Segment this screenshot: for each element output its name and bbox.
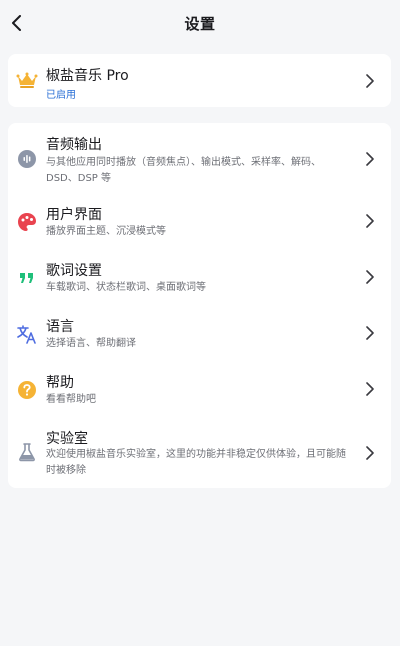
chevron-right-icon bbox=[366, 270, 374, 284]
audio-wave-icon bbox=[16, 148, 38, 170]
top-bar: 设置 bbox=[0, 0, 400, 46]
settings-item-lab[interactable]: 实验室 欢迎使用椒盐音乐实验室，这里的功能并非稳定仅供体验，且可能随时被移除 bbox=[8, 425, 391, 483]
settings-item-desc: 欢迎使用椒盐音乐实验室，这里的功能并非稳定仅供体验，且可能随时被移除 bbox=[46, 449, 346, 476]
settings-item-desc: 与其他应用同时播放（音频焦点）、输出模式、采样率、解码、DSD、DSP 等 bbox=[46, 157, 321, 184]
settings-item-label: 歌词设置 bbox=[46, 263, 102, 279]
settings-item-label: 帮助 bbox=[46, 375, 74, 391]
settings-item-label: 语言 bbox=[46, 319, 74, 335]
settings-item-desc: 播放界面主题、沉浸模式等 bbox=[46, 226, 166, 237]
settings-item-label: 音频输出 bbox=[46, 137, 102, 153]
translate-icon bbox=[16, 323, 38, 345]
crown-icon bbox=[16, 69, 38, 91]
chevron-right-icon bbox=[366, 446, 374, 460]
settings-item-help[interactable]: 帮助 看看帮助吧 bbox=[8, 367, 391, 411]
settings-list: 音频输出 与其他应用同时播放（音频焦点）、输出模式、采样率、解码、DSD、DSP… bbox=[8, 123, 391, 488]
settings-item-audio-output[interactable]: 音频输出 与其他应用同时播放（音频焦点）、输出模式、采样率、解码、DSD、DSP… bbox=[8, 131, 391, 189]
settings-item-label: 实验室 bbox=[46, 431, 88, 447]
chevron-right-icon bbox=[366, 152, 374, 166]
pro-card[interactable]: 椒盐音乐 Pro 已启用 bbox=[8, 54, 391, 107]
settings-item-label: 用户界面 bbox=[46, 207, 102, 223]
settings-item-desc: 看看帮助吧 bbox=[46, 394, 96, 405]
pro-status: 已启用 bbox=[46, 90, 76, 101]
flask-icon bbox=[16, 441, 38, 463]
pro-label: 椒盐音乐 Pro bbox=[46, 68, 129, 84]
chevron-right-icon bbox=[366, 326, 374, 340]
help-icon bbox=[16, 379, 38, 401]
settings-item-desc: 车载歌词、状态栏歌词、桌面歌词等 bbox=[46, 282, 206, 293]
chevron-right-icon bbox=[366, 214, 374, 228]
page-title: 设置 bbox=[184, 15, 216, 33]
settings-item-desc: 选择语言、帮助翻译 bbox=[46, 338, 136, 349]
chevron-right-icon bbox=[366, 382, 374, 396]
settings-item-user-interface[interactable]: 用户界面 播放界面主题、沉浸模式等 bbox=[8, 199, 391, 243]
quote-icon bbox=[16, 267, 38, 289]
palette-icon bbox=[16, 211, 38, 233]
settings-item-language[interactable]: 语言 选择语言、帮助翻译 bbox=[8, 311, 391, 355]
chevron-right-icon bbox=[366, 74, 374, 88]
settings-item-lyrics-settings[interactable]: 歌词设置 车载歌词、状态栏歌词、桌面歌词等 bbox=[8, 255, 391, 299]
